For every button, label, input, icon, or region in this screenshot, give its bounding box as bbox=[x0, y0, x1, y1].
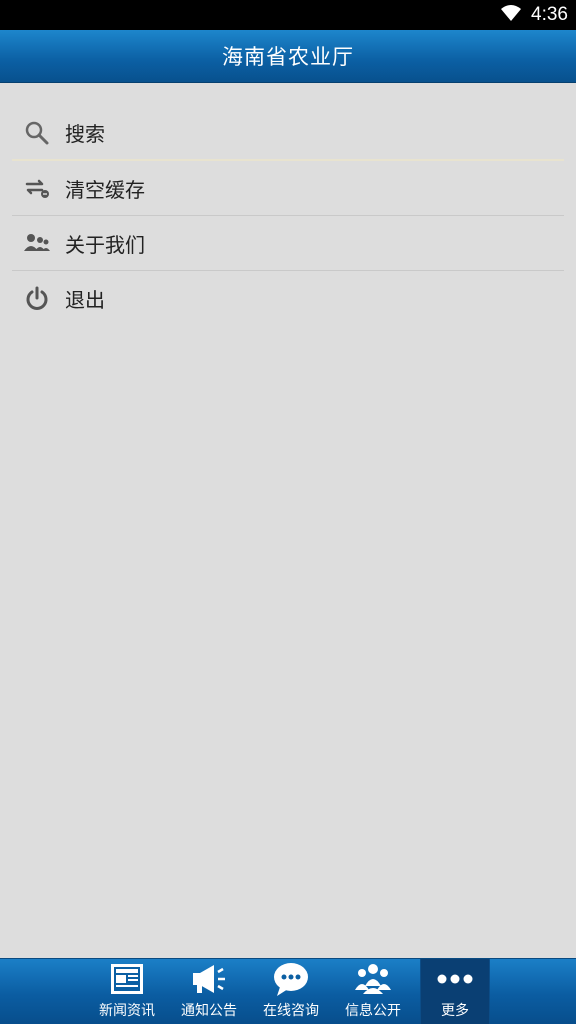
nav-item-notices[interactable]: 通知公告 bbox=[168, 959, 250, 1024]
clear-cache-icon bbox=[23, 174, 51, 202]
bottom-nav: 新闻资讯 通知公告 在线咨询 信息公开 更多 bbox=[0, 958, 576, 1024]
search-icon bbox=[23, 119, 51, 147]
menu-item-clear-cache[interactable]: 清空缓存 bbox=[12, 161, 564, 216]
menu-item-label: 清空缓存 bbox=[65, 177, 145, 202]
nav-label: 新闻资讯 bbox=[99, 1003, 155, 1019]
group-icon bbox=[353, 960, 393, 998]
nav-label: 更多 bbox=[441, 1003, 469, 1019]
page-title: 海南省农业厅 bbox=[222, 45, 354, 69]
nav-item-info-disclosure[interactable]: 信息公开 bbox=[332, 959, 414, 1024]
settings-menu: 搜索 清空缓存 关于我们 退出 bbox=[12, 106, 564, 326]
nav-label: 通知公告 bbox=[181, 1003, 237, 1019]
menu-item-label: 搜索 bbox=[65, 122, 105, 146]
menu-item-about-us[interactable]: 关于我们 bbox=[12, 216, 564, 271]
power-icon bbox=[23, 285, 51, 313]
chat-bubble-icon bbox=[272, 960, 310, 998]
newspaper-icon bbox=[109, 960, 145, 998]
status-time: 4:36 bbox=[531, 4, 568, 25]
more-dots-icon bbox=[436, 960, 474, 998]
megaphone-icon bbox=[190, 960, 228, 998]
title-bar: 海南省农业厅 bbox=[0, 30, 576, 83]
wifi-icon bbox=[499, 3, 523, 27]
menu-item-label: 关于我们 bbox=[65, 232, 145, 257]
status-bar: 4:36 bbox=[0, 0, 576, 30]
nav-label: 信息公开 bbox=[345, 1003, 401, 1019]
nav-item-consult[interactable]: 在线咨询 bbox=[250, 959, 332, 1024]
users-icon bbox=[23, 229, 51, 257]
nav-label: 在线咨询 bbox=[263, 1003, 319, 1019]
nav-item-more[interactable]: 更多 bbox=[420, 959, 490, 1024]
app-screen: 4:36 海南省农业厅 搜索 清空缓存 关于我们 退出 新闻资讯 通知公告 在线… bbox=[0, 0, 576, 1024]
nav-item-news[interactable]: 新闻资讯 bbox=[86, 959, 168, 1024]
menu-item-logout[interactable]: 退出 bbox=[12, 271, 564, 326]
menu-item-search[interactable]: 搜索 bbox=[12, 106, 564, 161]
menu-item-label: 退出 bbox=[65, 288, 105, 312]
